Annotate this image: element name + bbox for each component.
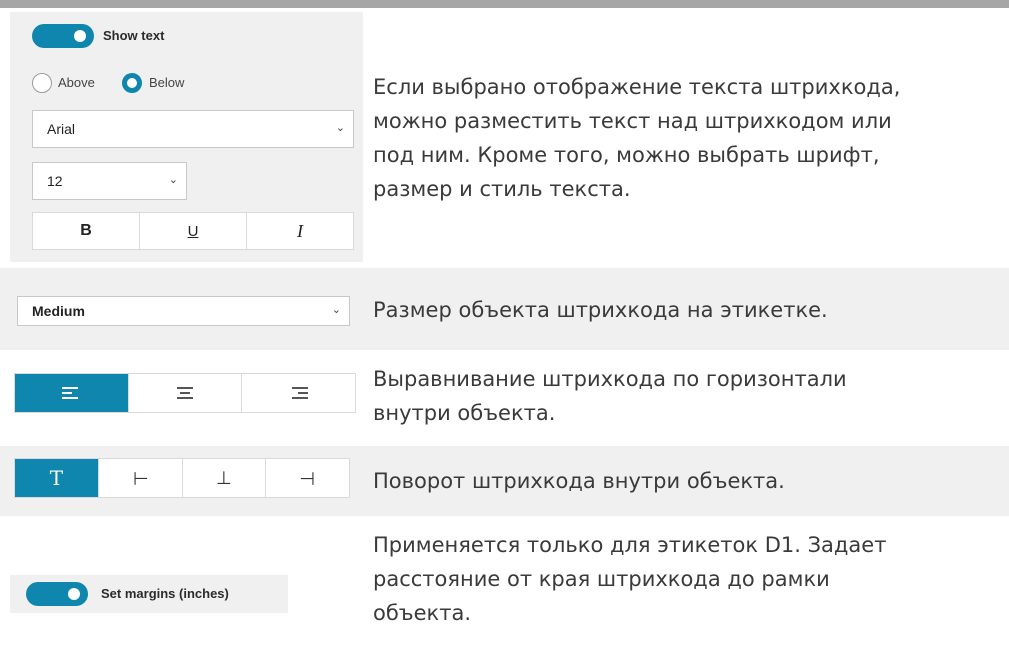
underline-button[interactable]: U	[140, 213, 247, 249]
desc-line: расстояние от края штрихкода до рамки	[373, 567, 830, 591]
alignment-row: Выравнивание штрихкода по горизонтали вн…	[0, 356, 1009, 438]
top-divider	[0, 0, 1009, 8]
underline-icon: U	[187, 222, 199, 240]
desc-line: объекта.	[373, 601, 472, 625]
size-row: Medium ⌄ Размер объекта штрихкода на эти…	[0, 268, 1009, 350]
below-radio[interactable]	[122, 73, 142, 93]
rotation-row: T ⊥ ⊥ ⊥ Поворот штрихкода внутри объекта…	[0, 446, 1009, 516]
rotate-270-button[interactable]: ⊥	[266, 459, 349, 497]
italic-button[interactable]: I	[247, 213, 353, 249]
align-right-icon	[291, 387, 308, 399]
desc-line: размер и стиль текста.	[373, 177, 631, 201]
rotation-description: Поворот штрихкода внутри объекта.	[373, 469, 785, 493]
desc-line: Если выбрано отображение текста штрихкод…	[373, 75, 901, 99]
rotate-180-button[interactable]: ⊥	[183, 459, 267, 497]
italic-icon: I	[297, 220, 303, 241]
chevron-down-icon: ⌄	[335, 122, 345, 134]
font-select-value: Arial	[47, 121, 76, 137]
desc-line: Выравнивание штрихкода по горизонтали	[373, 367, 847, 391]
align-left-icon	[62, 387, 79, 399]
font-select[interactable]: Arial ⌄	[32, 110, 354, 148]
set-margins-toggle[interactable]	[26, 582, 88, 606]
text-style-buttons: B U I	[32, 212, 354, 250]
size-select-value: 12	[47, 173, 63, 189]
rotate-0-button[interactable]: T	[15, 459, 99, 497]
align-left-button[interactable]	[15, 374, 129, 412]
alignment-description: Выравнивание штрихкода по горизонтали вн…	[373, 362, 847, 430]
desc-line: можно разместить текст над штрихкодом ил…	[373, 109, 892, 133]
align-right-button[interactable]	[242, 374, 355, 412]
rotate-90-icon: ⊥	[129, 470, 151, 486]
desc-line: внутри объекта.	[373, 401, 556, 425]
align-center-button[interactable]	[129, 374, 243, 412]
size-object-select[interactable]: Medium ⌄	[17, 296, 350, 326]
below-label: Below	[149, 75, 185, 90]
alignment-buttons	[14, 373, 356, 413]
text-settings-description: Если выбрано отображение текста штрихкод…	[373, 70, 900, 206]
size-object-value: Medium	[32, 303, 85, 319]
margins-panel: Set margins (inches)	[10, 575, 288, 613]
chevron-down-icon: ⌄	[168, 174, 178, 186]
align-center-icon	[177, 387, 193, 399]
chevron-down-icon: ⌄	[331, 304, 341, 316]
size-description: Размер объекта штрихкода на этикетке.	[373, 298, 828, 322]
rotate-180-icon: ⊥	[216, 467, 232, 489]
show-text-label: Show text	[103, 28, 165, 43]
text-settings-panel: Show text Above Below Arial ⌄ 12 ⌄ B U I	[10, 12, 363, 262]
desc-line: под ним. Кроме того, можно выбрать шрифт…	[373, 143, 880, 167]
desc-line: Применяется только для этикеток D1. Зада…	[373, 533, 887, 557]
rotate-270-icon: ⊥	[297, 470, 319, 486]
above-radio[interactable]	[32, 73, 52, 93]
set-margins-label: Set margins (inches)	[101, 586, 229, 601]
above-label: Above	[58, 75, 95, 90]
size-select[interactable]: 12 ⌄	[32, 162, 187, 200]
rotation-buttons: T ⊥ ⊥ ⊥	[14, 458, 350, 498]
rotate-90-button[interactable]: ⊥	[99, 459, 183, 497]
rotate-0-icon: T	[49, 466, 64, 490]
show-text-toggle[interactable]	[32, 24, 94, 48]
margins-description: Применяется только для этикеток D1. Зада…	[373, 528, 886, 630]
bold-button[interactable]: B	[33, 213, 140, 249]
bold-icon: B	[80, 222, 92, 239]
